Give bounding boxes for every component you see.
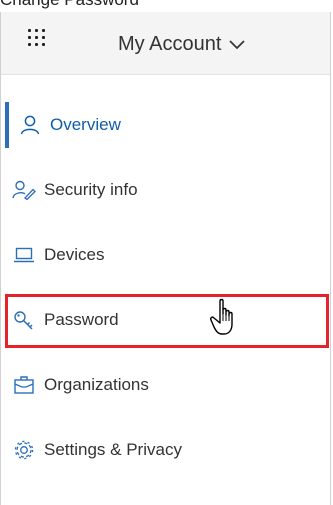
sidebar-item-settings-privacy[interactable]: Settings & Privacy <box>1 427 330 473</box>
sidebar-nav: Overview Security info Devices Password … <box>1 102 330 492</box>
account-header: My Account <box>1 12 330 75</box>
account-panel: My Account Overview Security info Device… <box>0 12 331 505</box>
account-title: My Account <box>118 33 222 55</box>
sidebar-item-label: Settings & Privacy <box>44 440 182 459</box>
sidebar-item-label: Overview <box>50 115 121 134</box>
person-icon <box>18 114 42 136</box>
laptop-icon <box>12 244 36 266</box>
sidebar-item-devices[interactable]: Devices <box>1 232 330 278</box>
sidebar-item-overview[interactable]: Overview <box>1 102 330 148</box>
key-icon <box>12 309 36 331</box>
security-info-icon <box>12 179 36 201</box>
sidebar-item-organizations[interactable]: Organizations <box>1 362 330 408</box>
waffle-icon[interactable] <box>28 29 45 46</box>
sidebar-item-security-info[interactable]: Security info <box>1 167 330 213</box>
sidebar-item-label: Organizations <box>44 375 149 394</box>
sidebar-item-label: Security info <box>44 180 138 199</box>
sidebar-item-label: Password <box>44 310 119 329</box>
top-caption-text: Change Password <box>0 0 139 10</box>
account-menu-button[interactable]: My Account <box>118 33 246 56</box>
sidebar-item-label: Devices <box>44 245 105 264</box>
sidebar-item-password[interactable]: Password <box>1 294 330 348</box>
gear-icon <box>12 439 36 461</box>
hand-cursor-icon <box>210 298 233 335</box>
briefcase-icon <box>12 374 36 396</box>
chevron-down-icon <box>229 39 245 49</box>
